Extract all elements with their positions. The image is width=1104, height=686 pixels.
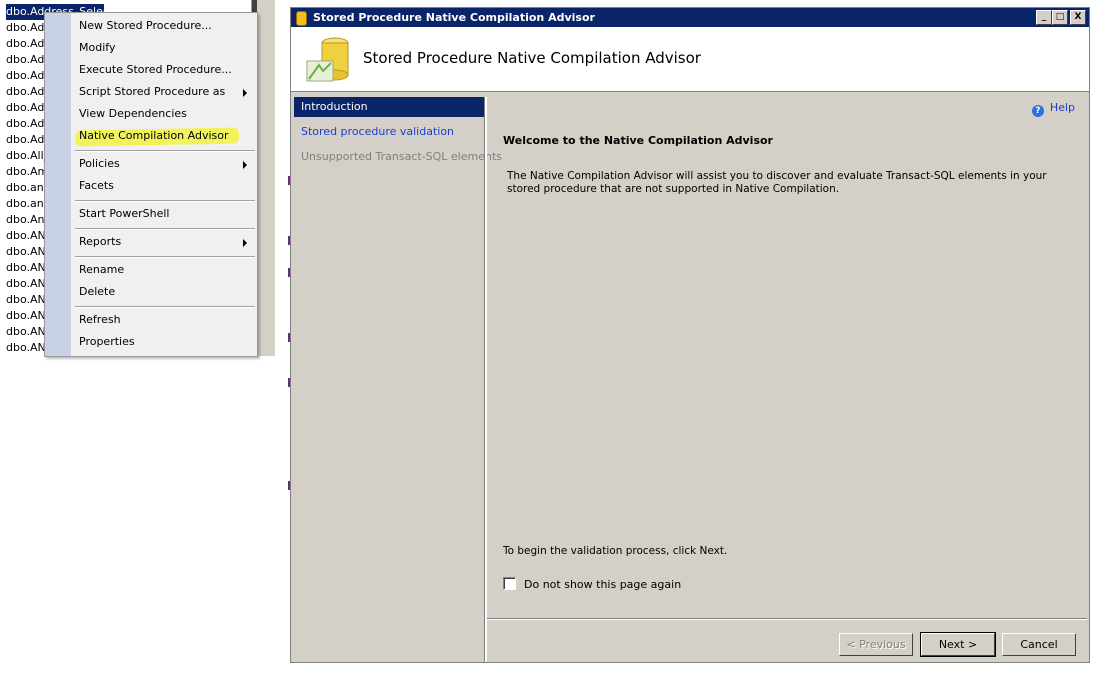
previous-button[interactable]: < Previous [839, 633, 913, 656]
tree-item[interactable]: dbo.Add [6, 68, 46, 84]
tree-item[interactable]: dbo.ANI [6, 340, 46, 356]
header-title: Stored Procedure Native Compilation Advi… [363, 49, 701, 67]
dialog-titlebar[interactable]: Stored Procedure Native Compilation Advi… [291, 8, 1089, 27]
submenu-arrow-icon [243, 89, 247, 97]
menu-item-reports[interactable]: Reports [79, 232, 121, 252]
introduction-page: ? Help Welcome to the Native Compilation … [487, 97, 1087, 617]
close-button[interactable]: X [1070, 10, 1086, 25]
advisor-dialog: Stored Procedure Native Compilation Advi… [290, 7, 1090, 663]
tree-item[interactable]: dbo.Add [6, 100, 46, 116]
begin-instruction: To begin the validation process, click N… [503, 545, 728, 557]
tree-item[interactable]: dbo.ANI [6, 308, 46, 324]
dialog-title: Stored Procedure Native Compilation Advi… [313, 11, 595, 24]
menu-item-rename[interactable]: Rename [79, 260, 124, 280]
menu-separator [75, 200, 255, 202]
help-icon: ? [1031, 105, 1044, 117]
menu-icon-gutter [45, 13, 71, 356]
menu-item-delete[interactable]: Delete [79, 282, 115, 302]
nav-item-stored-procedure-validation[interactable]: Stored procedure validation [294, 122, 484, 142]
tree-item[interactable]: dbo.Ank [6, 212, 46, 228]
tree-item[interactable]: dbo.Ads [6, 116, 46, 132]
menu-separator [75, 256, 255, 258]
submenu-arrow-icon [243, 239, 247, 247]
procedure-list: dbo.Address_Select dbo.Add dbo.Add dbo.A… [6, 4, 113, 356]
tree-item[interactable]: dbo.All_ [6, 148, 46, 164]
context-menu: New Stored Procedure... Modify Execute S… [44, 12, 258, 357]
nav-item-introduction[interactable]: Introduction [294, 97, 484, 117]
menu-item-start-powershell[interactable]: Start PowerShell [79, 204, 169, 224]
dialog-header: Stored Procedure Native Compilation Advi… [291, 27, 1089, 92]
menu-item-view-dependencies[interactable]: View Dependencies [79, 104, 187, 124]
menu-item-properties[interactable]: Properties [79, 332, 135, 352]
menu-item-refresh[interactable]: Refresh [79, 310, 121, 330]
tree-item[interactable]: dbo.ANI [6, 324, 46, 340]
button-bar-separator [487, 618, 1087, 620]
menu-separator [75, 306, 255, 308]
tree-item[interactable]: dbo.Am [6, 164, 46, 180]
description-text: The Native Compilation Advisor will assi… [507, 170, 1047, 195]
database-icon [296, 11, 307, 26]
do-not-show-row[interactable]: Do not show this page again [503, 577, 681, 592]
checkbox-label[interactable]: Do not show this page again [524, 578, 681, 591]
help-label: Help [1049, 101, 1075, 114]
welcome-heading: Welcome to the Native Compilation Adviso… [503, 134, 773, 147]
menu-item-policies[interactable]: Policies [79, 154, 120, 174]
tree-item[interactable]: dbo.ANI [6, 260, 46, 276]
tree-item[interactable]: dbo.Add [6, 52, 46, 68]
tree-item[interactable]: dbo.ANI [6, 228, 46, 244]
tree-item[interactable]: dbo.Add [6, 36, 46, 52]
menu-item-modify[interactable]: Modify [79, 38, 115, 58]
tree-item[interactable]: dbo.Ads [6, 132, 46, 148]
database-wizard-icon [306, 37, 349, 82]
cancel-button[interactable]: Cancel [1002, 633, 1076, 656]
next-button[interactable]: Next > [920, 632, 996, 657]
tree-item[interactable]: dbo.Add [6, 20, 46, 36]
do-not-show-checkbox[interactable] [503, 577, 516, 590]
menu-item-native-compilation-advisor[interactable]: Native Compilation Advisor [79, 126, 229, 146]
menu-item-facets[interactable]: Facets [79, 176, 114, 196]
menu-item-script-stored-procedure-as[interactable]: Script Stored Procedure as [79, 82, 225, 102]
menu-separator [75, 228, 255, 230]
menu-item-new-stored-procedure[interactable]: New Stored Procedure... [79, 16, 212, 36]
tree-item[interactable]: dbo.ANI [6, 276, 46, 292]
tree-item[interactable]: dbo.anc [6, 180, 46, 196]
nav-item-unsupported-elements: Unsupported Transact-SQL elements [301, 150, 502, 163]
tree-panel-edge [257, 0, 275, 356]
menu-item-execute-stored-procedure[interactable]: Execute Stored Procedure... [79, 60, 232, 80]
tree-item[interactable]: dbo.Add [6, 84, 46, 100]
tree-item[interactable]: dbo.ANI [6, 292, 46, 308]
tree-item[interactable]: dbo.anI [6, 196, 46, 212]
wizard-navigation: Introduction Stored procedure validation… [294, 97, 502, 660]
tree-item[interactable]: dbo.ANI [6, 244, 46, 260]
help-link[interactable]: ? Help [1031, 100, 1075, 117]
submenu-arrow-icon [243, 161, 247, 169]
menu-separator [75, 150, 255, 152]
minimize-button[interactable]: _ [1036, 10, 1052, 25]
maximize-button[interactable]: □ [1052, 10, 1068, 25]
